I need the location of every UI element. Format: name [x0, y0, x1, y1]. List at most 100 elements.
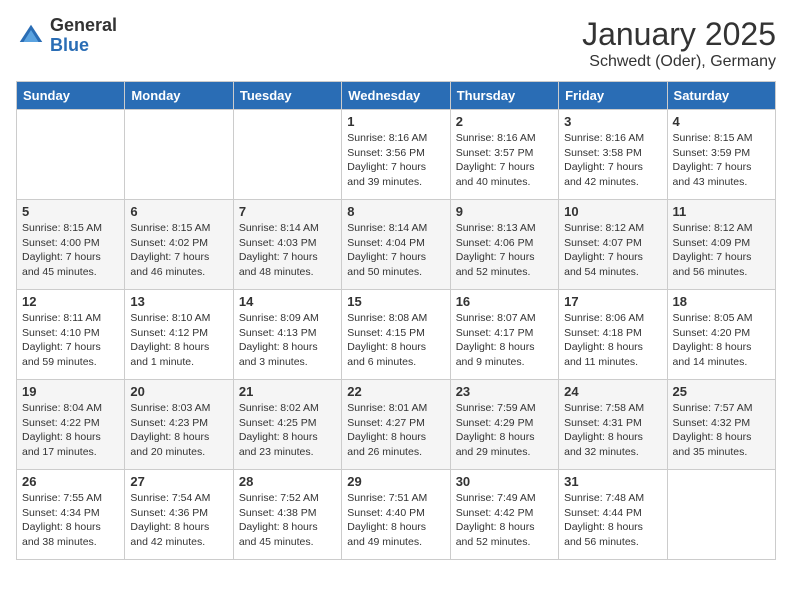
- location-title: Schwedt (Oder), Germany: [582, 53, 776, 71]
- day-number: 19: [22, 384, 119, 399]
- day-number: 18: [673, 294, 770, 309]
- calendar-day-cell: 4 Sunrise: 8:15 AM Sunset: 3:59 PM Daylig…: [667, 110, 775, 200]
- day-info: Sunrise: 8:03 AM Sunset: 4:23 PM Dayligh…: [130, 401, 227, 460]
- logo-general: General: [50, 16, 117, 36]
- day-number: 25: [673, 384, 770, 399]
- day-number: 8: [347, 204, 444, 219]
- day-info: Sunrise: 8:15 AM Sunset: 4:02 PM Dayligh…: [130, 221, 227, 280]
- day-info: Sunrise: 7:58 AM Sunset: 4:31 PM Dayligh…: [564, 401, 661, 460]
- calendar-day-cell: 12 Sunrise: 8:11 AM Sunset: 4:10 PM Dayli…: [17, 290, 125, 380]
- day-number: 24: [564, 384, 661, 399]
- day-info: Sunrise: 8:09 AM Sunset: 4:13 PM Dayligh…: [239, 311, 336, 370]
- day-number: 27: [130, 474, 227, 489]
- weekday-header: Thursday: [450, 82, 558, 110]
- day-info: Sunrise: 8:15 AM Sunset: 4:00 PM Dayligh…: [22, 221, 119, 280]
- calendar-day-cell: 16Sunrise: 8:07 AM Sunset: 4:17 PM Dayli…: [450, 290, 558, 380]
- calendar-day-cell: 14 Sunrise: 8:09 AM Sunset: 4:13 PM Dayli…: [233, 290, 341, 380]
- calendar-day-cell: 3 Sunrise: 8:16 AM Sunset: 3:58 PM Daylig…: [559, 110, 667, 200]
- day-info: Sunrise: 7:48 AM Sunset: 4:44 PM Dayligh…: [564, 491, 661, 550]
- logo-text: General Blue: [50, 16, 117, 56]
- day-number: 17: [564, 294, 661, 309]
- day-info: Sunrise: 8:08 AM Sunset: 4:15 PM Dayligh…: [347, 311, 444, 370]
- day-number: 23: [456, 384, 553, 399]
- calendar-day-cell: 26Sunrise: 7:55 AM Sunset: 4:34 PM Dayli…: [17, 470, 125, 560]
- day-info: Sunrise: 8:02 AM Sunset: 4:25 PM Dayligh…: [239, 401, 336, 460]
- calendar-week-row: 19 Sunrise: 8:04 AM Sunset: 4:22 PM Dayli…: [17, 380, 776, 470]
- calendar-day-cell: 7Sunrise: 8:14 AM Sunset: 4:03 PM Daylig…: [233, 200, 341, 290]
- day-number: 31: [564, 474, 661, 489]
- calendar-day-cell: 31 Sunrise: 7:48 AM Sunset: 4:44 PM Dayli…: [559, 470, 667, 560]
- weekday-header: Sunday: [17, 82, 125, 110]
- day-number: 21: [239, 384, 336, 399]
- calendar-day-cell: 27 Sunrise: 7:54 AM Sunset: 4:36 PM Dayli…: [125, 470, 233, 560]
- weekday-header: Monday: [125, 82, 233, 110]
- day-info: Sunrise: 7:52 AM Sunset: 4:38 PM Dayligh…: [239, 491, 336, 550]
- weekday-header: Saturday: [667, 82, 775, 110]
- day-info: Sunrise: 8:11 AM Sunset: 4:10 PM Dayligh…: [22, 311, 119, 370]
- calendar-day-cell: 2Sunrise: 8:16 AM Sunset: 3:57 PM Daylig…: [450, 110, 558, 200]
- calendar-week-row: 1 Sunrise: 8:16 AM Sunset: 3:56 PM Daylig…: [17, 110, 776, 200]
- calendar-day-cell: 21 Sunrise: 8:02 AM Sunset: 4:25 PM Dayli…: [233, 380, 341, 470]
- day-info: Sunrise: 8:16 AM Sunset: 3:56 PM Dayligh…: [347, 131, 444, 190]
- day-number: 20: [130, 384, 227, 399]
- calendar-day-cell: 15 Sunrise: 8:08 AM Sunset: 4:15 PM Dayli…: [342, 290, 450, 380]
- calendar-day-cell: [233, 110, 341, 200]
- day-info: Sunrise: 7:54 AM Sunset: 4:36 PM Dayligh…: [130, 491, 227, 550]
- calendar-day-cell: 13 Sunrise: 8:10 AM Sunset: 4:12 PM Dayli…: [125, 290, 233, 380]
- calendar-day-cell: 23 Sunrise: 7:59 AM Sunset: 4:29 PM Dayli…: [450, 380, 558, 470]
- day-number: 28: [239, 474, 336, 489]
- calendar-day-cell: [17, 110, 125, 200]
- calendar-day-cell: 11Sunrise: 8:12 AM Sunset: 4:09 PM Dayli…: [667, 200, 775, 290]
- day-info: Sunrise: 8:12 AM Sunset: 4:07 PM Dayligh…: [564, 221, 661, 280]
- calendar-day-cell: 25 Sunrise: 7:57 AM Sunset: 4:32 PM Dayli…: [667, 380, 775, 470]
- day-info: Sunrise: 8:01 AM Sunset: 4:27 PM Dayligh…: [347, 401, 444, 460]
- calendar-week-row: 12 Sunrise: 8:11 AM Sunset: 4:10 PM Dayli…: [17, 290, 776, 380]
- calendar-day-cell: 29Sunrise: 7:51 AM Sunset: 4:40 PM Dayli…: [342, 470, 450, 560]
- day-info: Sunrise: 8:05 AM Sunset: 4:20 PM Dayligh…: [673, 311, 770, 370]
- calendar-day-cell: 1 Sunrise: 8:16 AM Sunset: 3:56 PM Daylig…: [342, 110, 450, 200]
- day-info: Sunrise: 8:14 AM Sunset: 4:04 PM Dayligh…: [347, 221, 444, 280]
- month-title: January 2025: [582, 16, 776, 53]
- day-info: Sunrise: 8:16 AM Sunset: 3:58 PM Dayligh…: [564, 131, 661, 190]
- calendar-day-cell: 30 Sunrise: 7:49 AM Sunset: 4:42 PM Dayli…: [450, 470, 558, 560]
- day-number: 12: [22, 294, 119, 309]
- day-number: 30: [456, 474, 553, 489]
- logo-blue: Blue: [50, 36, 117, 56]
- day-number: 15: [347, 294, 444, 309]
- day-info: Sunrise: 7:51 AM Sunset: 4:40 PM Dayligh…: [347, 491, 444, 550]
- day-info: Sunrise: 8:15 AM Sunset: 3:59 PM Dayligh…: [673, 131, 770, 190]
- day-number: 3: [564, 114, 661, 129]
- calendar-day-cell: [125, 110, 233, 200]
- day-info: Sunrise: 8:13 AM Sunset: 4:06 PM Dayligh…: [456, 221, 553, 280]
- day-number: 4: [673, 114, 770, 129]
- day-info: Sunrise: 7:49 AM Sunset: 4:42 PM Dayligh…: [456, 491, 553, 550]
- day-info: Sunrise: 7:59 AM Sunset: 4:29 PM Dayligh…: [456, 401, 553, 460]
- calendar-header-row: SundayMondayTuesdayWednesdayThursdayFrid…: [17, 82, 776, 110]
- calendar-day-cell: 18 Sunrise: 8:05 AM Sunset: 4:20 PM Dayli…: [667, 290, 775, 380]
- page-header: General Blue January 2025 Schwedt (Oder)…: [16, 16, 776, 71]
- calendar-table: SundayMondayTuesdayWednesdayThursdayFrid…: [16, 81, 776, 560]
- day-info: Sunrise: 8:06 AM Sunset: 4:18 PM Dayligh…: [564, 311, 661, 370]
- calendar-day-cell: 8 Sunrise: 8:14 AM Sunset: 4:04 PM Daylig…: [342, 200, 450, 290]
- calendar-day-cell: 6 Sunrise: 8:15 AM Sunset: 4:02 PM Daylig…: [125, 200, 233, 290]
- logo: General Blue: [16, 16, 117, 56]
- calendar-week-row: 26Sunrise: 7:55 AM Sunset: 4:34 PM Dayli…: [17, 470, 776, 560]
- calendar-day-cell: [667, 470, 775, 560]
- day-info: Sunrise: 7:57 AM Sunset: 4:32 PM Dayligh…: [673, 401, 770, 460]
- day-number: 1: [347, 114, 444, 129]
- calendar-day-cell: 24 Sunrise: 7:58 AM Sunset: 4:31 PM Dayli…: [559, 380, 667, 470]
- weekday-header: Tuesday: [233, 82, 341, 110]
- calendar-day-cell: 20 Sunrise: 8:03 AM Sunset: 4:23 PM Dayli…: [125, 380, 233, 470]
- day-number: 16: [456, 294, 553, 309]
- calendar-day-cell: 28 Sunrise: 7:52 AM Sunset: 4:38 PM Dayli…: [233, 470, 341, 560]
- day-number: 14: [239, 294, 336, 309]
- day-info: Sunrise: 8:04 AM Sunset: 4:22 PM Dayligh…: [22, 401, 119, 460]
- day-info: Sunrise: 8:12 AM Sunset: 4:09 PM Dayligh…: [673, 221, 770, 280]
- day-number: 2: [456, 114, 553, 129]
- day-number: 13: [130, 294, 227, 309]
- day-info: Sunrise: 8:10 AM Sunset: 4:12 PM Dayligh…: [130, 311, 227, 370]
- day-number: 10: [564, 204, 661, 219]
- day-number: 22: [347, 384, 444, 399]
- calendar-day-cell: 5Sunrise: 8:15 AM Sunset: 4:00 PM Daylig…: [17, 200, 125, 290]
- day-number: 6: [130, 204, 227, 219]
